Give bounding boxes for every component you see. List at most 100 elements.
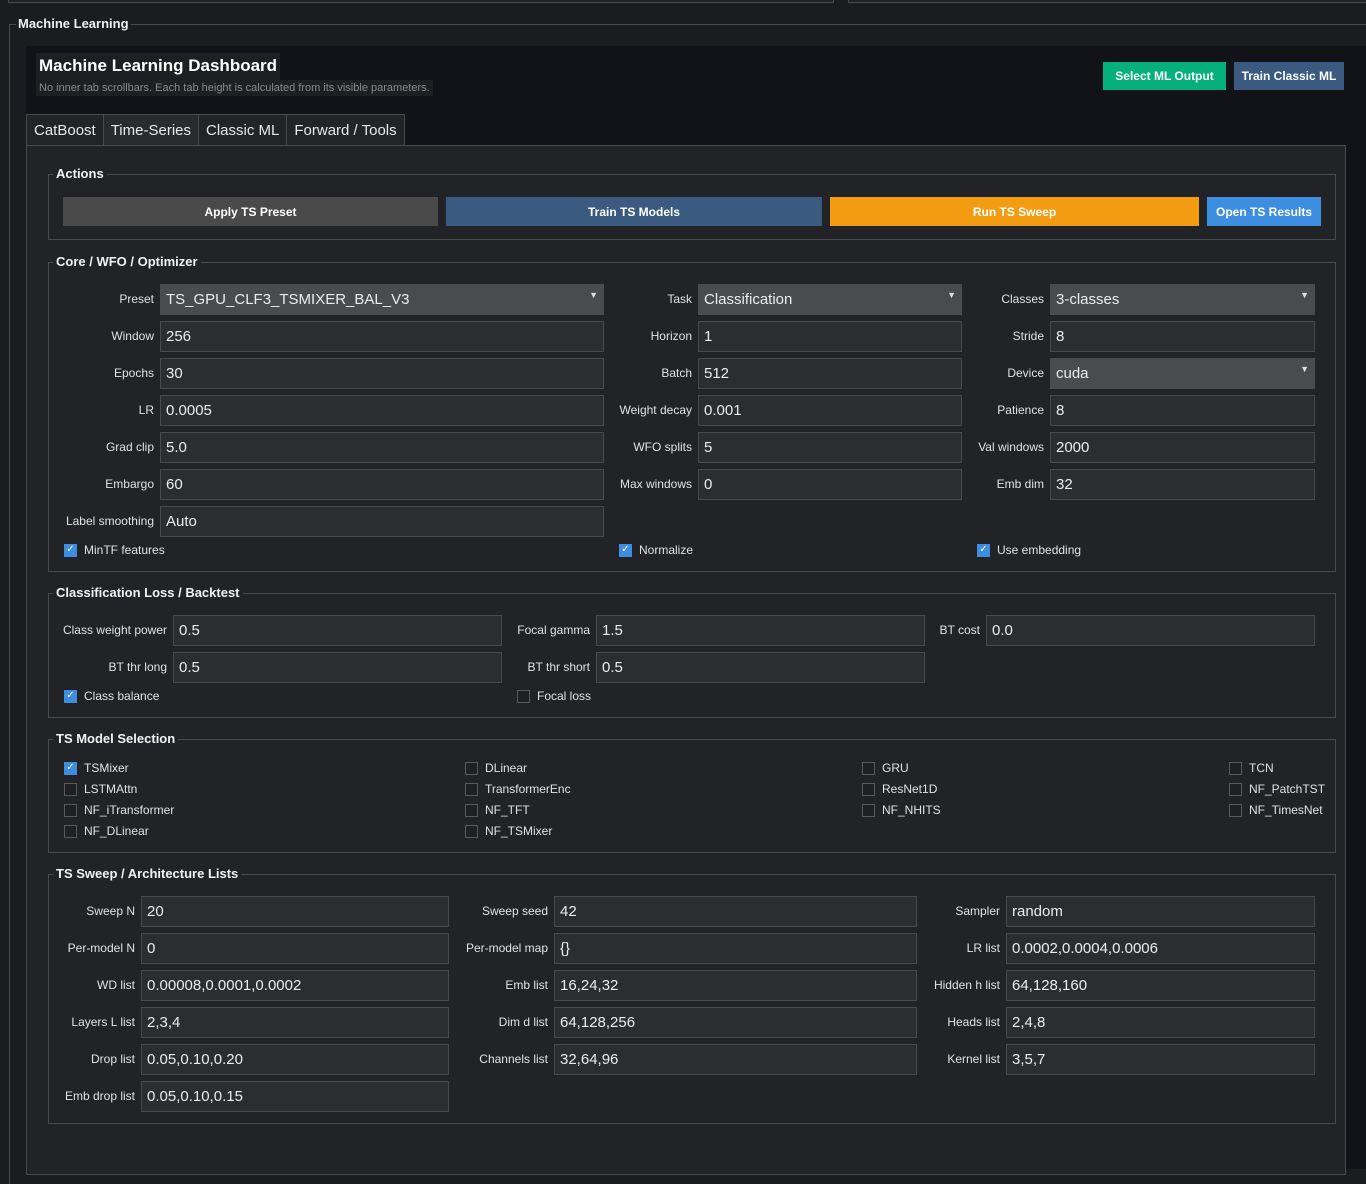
model-checkbox-resnet1d[interactable]: ResNet1D — [862, 781, 937, 797]
model-checkbox-lstmattn[interactable]: LSTMAttn — [64, 781, 137, 797]
chevron-down-icon: ▼ — [1300, 290, 1309, 300]
class-weight-power-label: Class weight power — [62, 623, 167, 637]
per-model-n-field[interactable]: 0 — [141, 933, 449, 964]
channels-list-label: Channels list — [479, 1052, 548, 1066]
checkbox-empty-icon — [862, 782, 875, 796]
select-ml-output-button[interactable]: Select ML Output — [1103, 62, 1226, 90]
top-panel-right — [848, 0, 1366, 3]
model-label: LSTMAttn — [84, 782, 138, 796]
page-title: Machine Learning Dashboard — [36, 53, 281, 80]
top-panels — [0, 0, 1366, 8]
classes-select[interactable]: 3-classes ▼ — [1050, 284, 1315, 315]
emb-drop-list-field[interactable]: 0.05,0.10,0.15 — [141, 1081, 449, 1112]
grad-clip-field[interactable]: 5.0 — [160, 432, 604, 463]
model-checkbox-dlinear[interactable]: DLinear — [465, 760, 527, 776]
sweep-seed-field[interactable]: 42 — [554, 896, 917, 927]
use-embedding-label: Use embedding — [997, 543, 1082, 557]
drop-list-field[interactable]: 0.05,0.10,0.20 — [141, 1044, 449, 1075]
sampler-field[interactable]: random — [1006, 896, 1315, 927]
lr-field[interactable]: 0.0005 — [160, 395, 604, 426]
normalize-checkbox[interactable]: ✓ Normalize — [619, 542, 693, 558]
sweep-seed-label: Sweep seed — [481, 904, 548, 918]
model-checkbox-gru[interactable]: GRU — [862, 760, 909, 776]
label-smoothing-field[interactable]: Auto — [160, 506, 604, 537]
checkmark-icon: ✓ — [619, 543, 632, 557]
sweep-n-label: Sweep N — [86, 904, 135, 918]
val-windows-field[interactable]: 2000 — [1050, 432, 1315, 463]
model-label: GRU — [882, 761, 909, 775]
train-ts-models-button[interactable]: Train TS Models — [446, 197, 822, 226]
class-weight-power-field[interactable]: 0.5 — [173, 615, 502, 646]
horizon-field[interactable]: 1 — [698, 321, 962, 352]
open-ts-results-button[interactable]: Open TS Results — [1207, 197, 1321, 226]
task-label: Task — [667, 292, 692, 306]
use-embedding-checkbox[interactable]: ✓ Use embedding — [977, 542, 1081, 558]
lr-list-label: LR list — [966, 941, 1000, 955]
model-checkbox-nf-nhits[interactable]: NF_NHITS — [862, 802, 941, 818]
page-subtitle: No inner tab scrollbars. Each tab height… — [36, 80, 433, 96]
tab-catboost[interactable]: CatBoost — [26, 114, 103, 146]
heads-list-label: Heads list — [947, 1015, 1000, 1029]
bt-cost-field[interactable]: 0.0 — [986, 615, 1315, 646]
run-ts-sweep-button[interactable]: Run TS Sweep — [830, 197, 1199, 226]
epochs-field[interactable]: 30 — [160, 358, 604, 389]
wd-list-field[interactable]: 0.00008,0.0001,0.0002 — [141, 970, 449, 1001]
model-checkbox-nf-timesnet[interactable]: NF_TimesNet — [1229, 802, 1323, 818]
patience-field[interactable]: 8 — [1050, 395, 1315, 426]
class-balance-label: Class balance — [84, 689, 160, 703]
bt-thr-long-label: BT thr long — [108, 660, 167, 674]
bt-thr-short-field[interactable]: 0.5 — [596, 652, 925, 683]
window-field[interactable]: 256 — [160, 321, 604, 352]
layers-list-label: Layers L list — [71, 1015, 135, 1029]
tab-forward-tools[interactable]: Forward / Tools — [286, 114, 405, 146]
emb-list-field[interactable]: 16,24,32 — [554, 970, 917, 1001]
channels-list-field[interactable]: 32,64,96 — [554, 1044, 917, 1075]
model-checkbox-tsmixer[interactable]: ✓ TSMixer — [64, 760, 129, 776]
val-windows-label: Val windows — [978, 440, 1044, 454]
checkbox-empty-icon — [64, 824, 77, 838]
embargo-field[interactable]: 60 — [160, 469, 604, 500]
mintf-features-checkbox[interactable]: ✓ MinTF features — [64, 542, 165, 558]
emb-list-label: Emb list — [505, 978, 548, 992]
hidden-list-field[interactable]: 64,128,160 — [1006, 970, 1315, 1001]
per-model-map-field[interactable]: {} — [554, 933, 917, 964]
device-select[interactable]: cuda ▼ — [1050, 358, 1315, 389]
kernel-list-field[interactable]: 3,5,7 — [1006, 1044, 1315, 1075]
grad-clip-label: Grad clip — [105, 440, 154, 454]
weight-decay-field[interactable]: 0.001 — [698, 395, 962, 426]
focal-loss-checkbox[interactable]: Focal loss — [517, 688, 591, 704]
stride-field[interactable]: 8 — [1050, 321, 1315, 352]
task-select[interactable]: Classification ▼ — [698, 284, 962, 315]
heads-list-field[interactable]: 2,4,8 — [1006, 1007, 1315, 1038]
wfo-splits-field[interactable]: 5 — [698, 432, 962, 463]
sweep-n-field[interactable]: 20 — [141, 896, 449, 927]
model-checkbox-nf-tsmixer[interactable]: NF_TSMixer — [465, 823, 552, 839]
class-balance-checkbox[interactable]: ✓ Class balance — [64, 688, 159, 704]
checkmark-icon: ✓ — [64, 761, 77, 775]
model-checkbox-nf-itransformer[interactable]: NF_iTransformer — [64, 802, 174, 818]
model-label: TransformerEnc — [485, 782, 571, 796]
emb-dim-field[interactable]: 32 — [1050, 469, 1315, 500]
preset-select[interactable]: TS_GPU_CLF3_TSMIXER_BAL_V3 ▼ — [160, 284, 604, 315]
dim-list-field[interactable]: 64,128,256 — [554, 1007, 917, 1038]
model-checkbox-tcn[interactable]: TCN — [1229, 760, 1274, 776]
classes-label: Classes — [1001, 292, 1044, 306]
apply-ts-preset-button[interactable]: Apply TS Preset — [63, 197, 438, 226]
loss-group-title: Classification Loss / Backtest — [53, 585, 243, 601]
model-checkbox-nf-patchtst[interactable]: NF_PatchTST — [1229, 781, 1325, 797]
bt-thr-long-field[interactable]: 0.5 — [173, 652, 502, 683]
layers-list-field[interactable]: 2,3,4 — [141, 1007, 449, 1038]
focal-gamma-field[interactable]: 1.5 — [596, 615, 925, 646]
model-checkbox-nf-tft[interactable]: NF_TFT — [465, 802, 530, 818]
tab-time-series[interactable]: Time-Series — [102, 114, 198, 146]
emb-drop-list-label: Emb drop list — [64, 1089, 135, 1103]
train-classic-ml-button[interactable]: Train Classic ML — [1234, 62, 1344, 90]
lr-list-field[interactable]: 0.0002,0.0004,0.0006 — [1006, 933, 1315, 964]
checkbox-empty-icon — [465, 761, 478, 775]
model-checkbox-transformerenc[interactable]: TransformerEnc — [465, 781, 571, 797]
model-checkbox-nf-dlinear[interactable]: NF_DLinear — [64, 823, 149, 839]
batch-field[interactable]: 512 — [698, 358, 962, 389]
max-windows-field[interactable]: 0 — [698, 469, 962, 500]
bt-thr-short-label: BT thr short — [527, 660, 590, 674]
tab-classic-ml[interactable]: Classic ML — [198, 114, 287, 146]
